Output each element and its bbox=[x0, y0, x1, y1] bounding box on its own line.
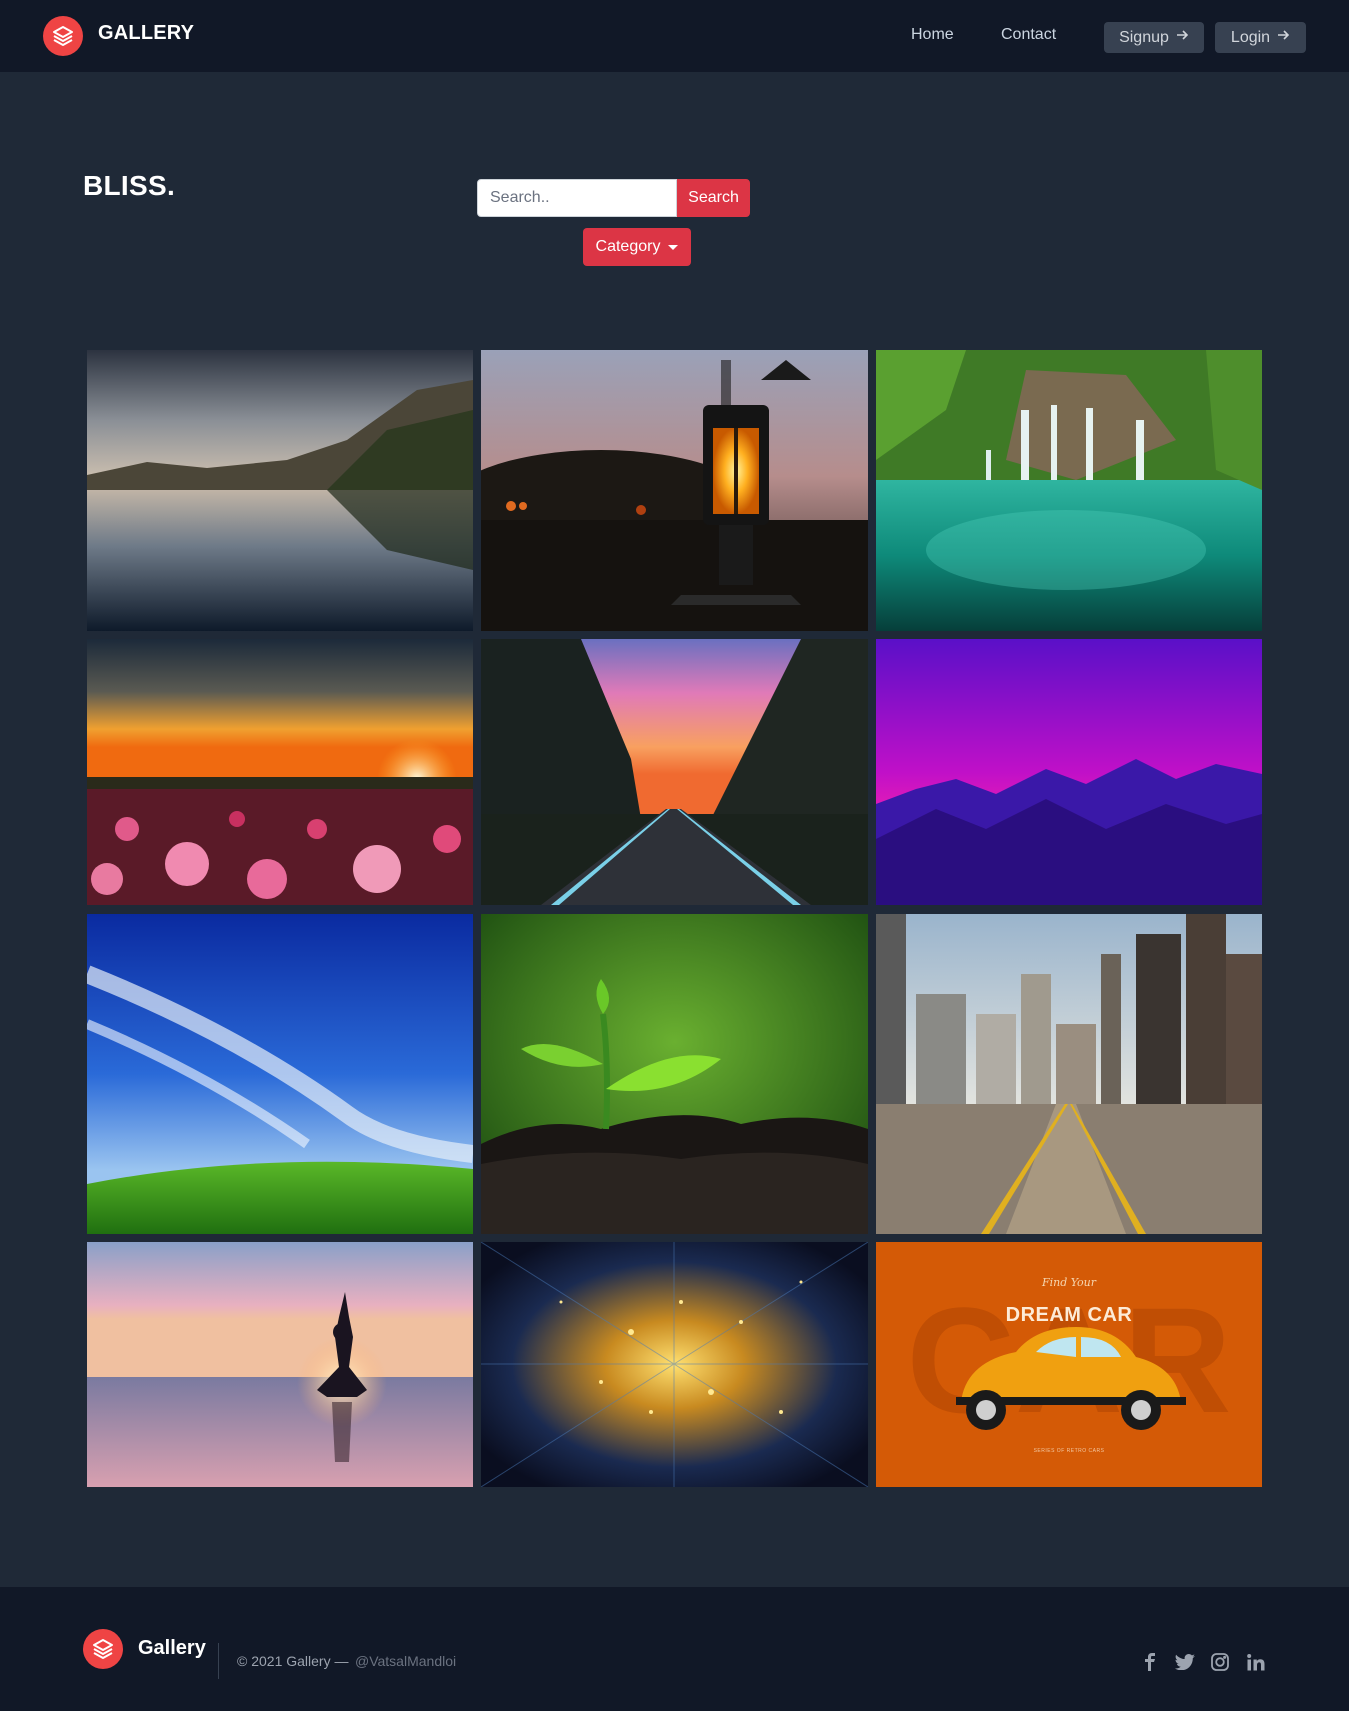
gallery-image-purple-mountains[interactable] bbox=[876, 639, 1262, 905]
search-input[interactable] bbox=[477, 179, 677, 217]
category-dropdown-button[interactable]: Category bbox=[583, 228, 691, 266]
author-handle-link[interactable]: @VatsalMandloi bbox=[355, 1653, 456, 1669]
gallery-image-mountain-lake[interactable] bbox=[87, 350, 473, 631]
poster-caption: SERIES OF RETRO CARS bbox=[1033, 1448, 1105, 1454]
facebook-icon[interactable] bbox=[1139, 1651, 1161, 1673]
gallery-image-flower-field[interactable] bbox=[87, 639, 473, 905]
search-button[interactable]: Search bbox=[677, 179, 750, 217]
nav-contact-link[interactable]: Contact bbox=[1001, 26, 1056, 44]
gallery-image-forest-road[interactable] bbox=[481, 639, 868, 905]
gallery-image-particle-burst[interactable] bbox=[481, 1242, 868, 1487]
gallery-image-green-hill[interactable] bbox=[87, 914, 473, 1234]
gallery-image-seedling[interactable] bbox=[481, 914, 868, 1234]
caret-down-icon bbox=[668, 244, 679, 250]
footer: Gallery © 2021 Gallery — @VatsalMandloi bbox=[0, 1587, 1349, 1711]
linkedin-icon[interactable] bbox=[1245, 1651, 1267, 1673]
arrow-right-icon bbox=[1276, 28, 1290, 47]
nav-home-link[interactable]: Home bbox=[911, 26, 954, 44]
copyright-text: © 2021 Gallery — bbox=[237, 1653, 349, 1669]
signup-button[interactable]: Signup bbox=[1104, 22, 1204, 53]
category-label: Category bbox=[595, 238, 661, 255]
gallery-image-yoga-beach[interactable] bbox=[87, 1242, 473, 1487]
footer-divider bbox=[218, 1643, 219, 1679]
twitter-icon[interactable] bbox=[1174, 1651, 1196, 1673]
gallery-image-lantern[interactable] bbox=[481, 350, 868, 631]
page-title: BLISS. bbox=[83, 170, 176, 201]
signup-label: Signup bbox=[1119, 28, 1169, 46]
login-button[interactable]: Login bbox=[1215, 22, 1306, 53]
login-label: Login bbox=[1230, 28, 1271, 46]
poster-script-text: Find Your bbox=[1041, 1276, 1097, 1289]
logo-icon[interactable] bbox=[83, 1629, 123, 1669]
gallery-image-waterfall[interactable] bbox=[876, 350, 1262, 631]
top-navbar: GALLERY Home Contact Signup Login bbox=[0, 0, 1349, 72]
logo-icon[interactable] bbox=[43, 16, 83, 56]
brand-name[interactable]: GALLERY bbox=[98, 22, 194, 45]
instagram-icon[interactable] bbox=[1209, 1651, 1231, 1673]
arrow-right-icon bbox=[1175, 28, 1189, 47]
footer-brand[interactable]: Gallery bbox=[138, 1637, 206, 1660]
gallery-image-city-street[interactable] bbox=[876, 914, 1262, 1234]
poster-title: DREAM CAR bbox=[1005, 1304, 1133, 1326]
gallery-image-dream-car-poster[interactable]: CAR Find Your DREAM CAR SERIES OF RETRO … bbox=[876, 1242, 1262, 1487]
